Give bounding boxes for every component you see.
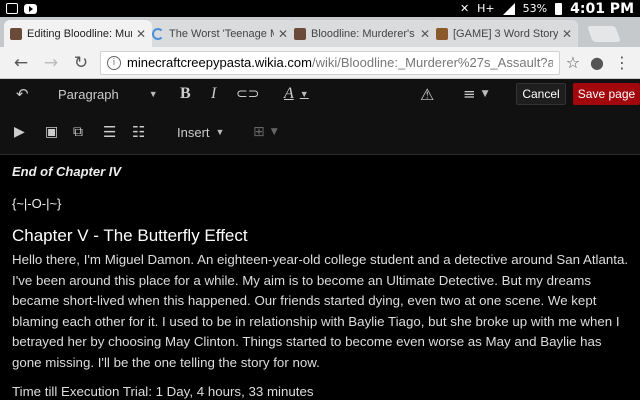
paragraph-format-dropdown[interactable]: Paragraph ▼	[58, 87, 158, 102]
tab-bloodline[interactable]: Bloodline: Murderer's As ✕	[288, 20, 436, 47]
wiki-favicon-icon	[10, 27, 22, 40]
tab-title: [GAME] 3 Word Story V	[453, 27, 558, 40]
loading-spinner-icon	[152, 27, 164, 40]
back-arrow-icon[interactable]: ←	[10, 52, 32, 74]
section-divider: {~|-O-|~}	[12, 196, 62, 211]
battery-percent: 53%	[522, 2, 548, 15]
url-text: minecraftcreepypasta.wikia.com/wiki/Bloo…	[127, 55, 553, 70]
battery-icon	[555, 2, 563, 15]
save-page-button[interactable]: Save page	[573, 83, 640, 105]
image-icon[interactable]: ▣	[45, 124, 58, 140]
clock: 4:01 PM	[570, 0, 634, 17]
numbered-list-icon[interactable]: ☷	[132, 123, 145, 141]
new-tab-button[interactable]	[587, 26, 621, 42]
gallery-icon[interactable]: ⧉	[73, 124, 83, 140]
hamburger-menu-icon[interactable]: ≡ ▼	[463, 85, 489, 103]
forward-arrow-icon[interactable]: →	[40, 52, 62, 74]
close-icon[interactable]: ✕	[278, 27, 288, 41]
execution-timer-text: Time till Execution Trial: 1 Day, 4 hour…	[12, 384, 314, 399]
tab-title: Bloodline: Murderer's As	[311, 27, 416, 40]
table-icon[interactable]: ⊞ ▼	[253, 124, 278, 140]
info-icon[interactable]: i	[107, 55, 121, 70]
tab-title: Editing Bloodline: Murde	[27, 27, 132, 40]
microphone-icon[interactable]: ●	[590, 53, 604, 72]
undo-icon[interactable]: ↶	[16, 85, 29, 103]
network-type-icon: H+	[477, 2, 495, 15]
close-icon[interactable]: ✕	[420, 27, 430, 41]
close-icon[interactable]: ✕	[136, 27, 146, 41]
italic-button[interactable]: I	[211, 85, 216, 103]
youtube-notification-icon	[24, 3, 37, 14]
bookmark-star-icon[interactable]: ☆	[566, 53, 580, 72]
menu-kebab-icon[interactable]: ⋮	[614, 53, 630, 72]
play-video-icon[interactable]: ▶	[14, 124, 25, 140]
cancel-button[interactable]: Cancel	[516, 83, 566, 105]
status-bar: ✕ H+ 53% 4:01 PM	[0, 0, 640, 17]
signal-icon	[502, 2, 515, 15]
story-paragraph: Hello there, I'm Miguel Damon. An eighte…	[12, 252, 629, 370]
mute-icon: ✕	[459, 2, 470, 15]
insert-dropdown[interactable]: Insert ▼	[177, 125, 224, 140]
bullet-list-icon[interactable]: ☰	[103, 123, 116, 141]
end-chapter-text: End of Chapter IV	[12, 164, 122, 179]
browser-toolbar: ← → ↻ i minecraftcreepypasta.wikia.com/w…	[0, 47, 640, 79]
gallery-notification-icon	[6, 3, 18, 14]
chapter-heading: Chapter V - The Butterfly Effect	[12, 226, 248, 245]
reload-icon[interactable]: ↻	[70, 52, 92, 74]
wiki-favicon-icon	[294, 27, 306, 40]
tab-editing-bloodline[interactable]: Editing Bloodline: Murde ✕	[4, 20, 152, 47]
tab-3-word-story[interactable]: [GAME] 3 Word Story V ✕	[430, 20, 578, 47]
editor-toolbar: ↶ Paragraph ▼ B I ⊂⊃ A ▼ ⚠ ≡ ▼ Cancel Save …	[0, 79, 640, 155]
tab-title: The Worst 'Teenage Mut	[169, 27, 274, 40]
game-favicon-icon	[436, 27, 448, 40]
bold-button[interactable]: B	[180, 85, 191, 103]
address-bar[interactable]: i minecraftcreepypasta.wikia.com/wiki/Bl…	[100, 50, 560, 75]
tab-worst-teenage[interactable]: The Worst 'Teenage Mut ✕	[146, 20, 294, 47]
warning-icon[interactable]: ⚠	[420, 85, 434, 104]
link-icon[interactable]: ⊂⊃	[236, 86, 259, 102]
close-icon[interactable]: ✕	[562, 27, 572, 41]
tab-strip: Editing Bloodline: Murde ✕ The Worst 'Te…	[0, 17, 640, 47]
text-style-icon[interactable]: A ▼	[284, 85, 309, 103]
